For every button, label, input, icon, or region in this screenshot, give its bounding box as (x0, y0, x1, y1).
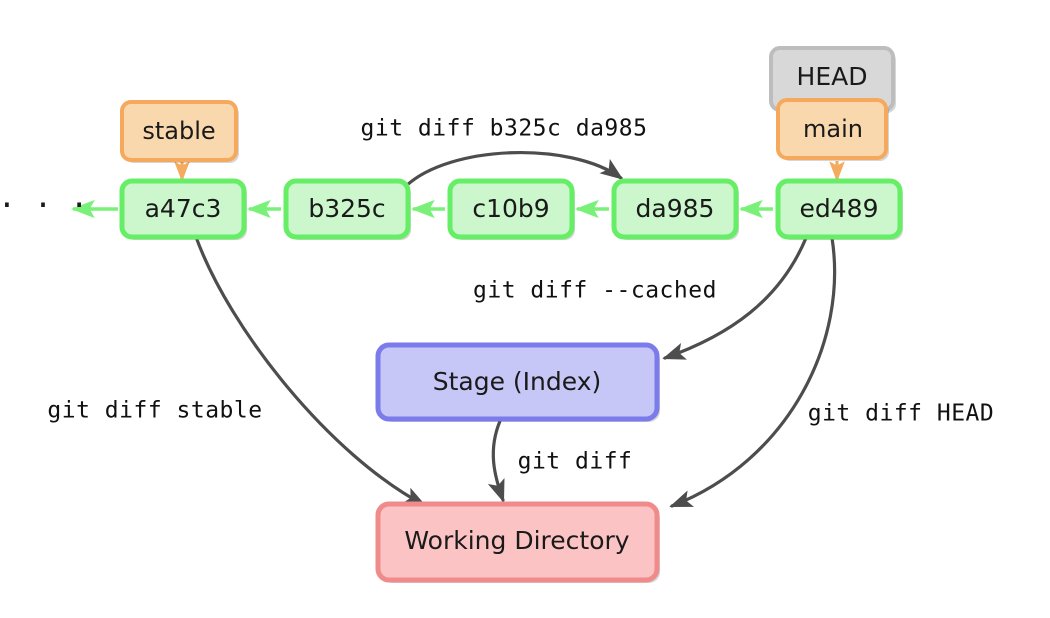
git-diff-diagram: · · · HEAD main stable a47c3 b325c c10b9… (0, 0, 1050, 618)
commit-node-ed489[interactable]: ed489 (775, 178, 903, 240)
diagram-canvas: · · · HEAD main stable a47c3 b325c c10b9… (0, 46, 995, 583)
commit-node-b325c[interactable]: b325c (283, 178, 411, 240)
commit-label-da985: da985 (636, 194, 715, 223)
main-branch-box[interactable]: main (776, 98, 889, 161)
working-directory-box[interactable]: Working Directory (375, 501, 660, 583)
working-directory-label: Working Directory (404, 526, 629, 555)
main-branch-label: main (803, 115, 863, 143)
commit-label-c10b9: c10b9 (472, 194, 549, 223)
commit-node-c10b9[interactable]: c10b9 (447, 178, 575, 240)
commit-node-a47c3[interactable]: a47c3 (119, 178, 247, 240)
commit-label-a47c3: a47c3 (145, 194, 222, 223)
ref-arrows (174, 160, 845, 182)
stage-index-label: Stage (Index) (433, 367, 602, 396)
command-label-diff-plain: git diff (518, 449, 633, 475)
command-label-diff-range: git diff b325c da985 (361, 116, 648, 142)
stable-branch-box[interactable]: stable (120, 100, 239, 163)
edge-diff-plain (487, 419, 505, 503)
ellipsis-older-commits: · · · (0, 189, 88, 224)
commit-node-da985[interactable]: da985 (611, 178, 739, 240)
commit-label-ed489: ed489 (800, 194, 879, 223)
command-label-diff-stable: git diff stable (47, 398, 262, 424)
commit-label-b325c: b325c (308, 194, 385, 223)
stable-branch-label: stable (142, 117, 215, 145)
command-label-diff-head: git diff HEAD (808, 401, 995, 427)
head-ref-label: HEAD (797, 62, 868, 91)
stage-index-box[interactable]: Stage (Index) (375, 342, 660, 422)
command-label-diff-cached: git diff --cached (473, 278, 717, 304)
